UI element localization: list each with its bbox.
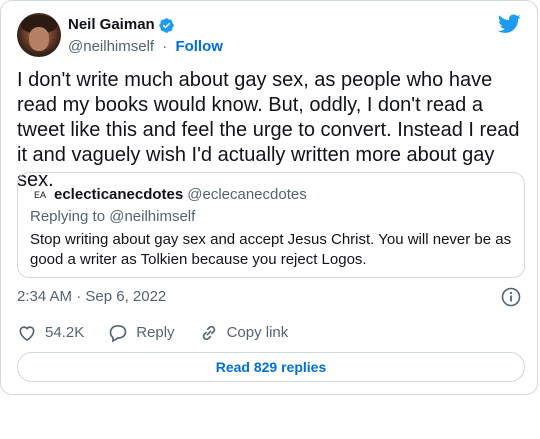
verified-badge-icon <box>158 17 174 33</box>
reply-action[interactable]: Reply <box>108 323 175 343</box>
tweet-actions: 54.2K Reply Copy link <box>17 323 312 343</box>
like-count: 54.2K <box>45 324 85 341</box>
info-icon[interactable] <box>501 287 521 307</box>
quoted-author-avatar[interactable]: EA <box>30 185 50 205</box>
copy-link-action[interactable]: Copy link <box>199 323 289 343</box>
quoted-author-name[interactable]: eclecticanecdotes <box>54 185 183 205</box>
quoted-tweet-header: EA eclecticanecdotes @eclecanecdotes <box>30 185 307 205</box>
copy-link-label: Copy link <box>226 324 289 341</box>
like-action[interactable]: 54.2K <box>17 323 84 343</box>
reply-bubble-icon <box>109 325 127 343</box>
author-handle[interactable]: @neilhimself <box>68 38 154 55</box>
tweet-timestamp[interactable]: 2:34 AM · Sep 6, 2022 <box>17 287 166 307</box>
handle-separator: · <box>162 38 168 55</box>
avatar-face <box>29 27 49 51</box>
embedded-tweet-card: Neil Gaiman @neilhimself · Follow I don'… <box>0 0 538 395</box>
heart-icon <box>19 326 35 342</box>
reply-label: Reply <box>136 324 175 341</box>
author-name-row: Neil Gaiman <box>68 15 223 35</box>
follow-button[interactable]: Follow <box>175 38 223 55</box>
author-name[interactable]: Neil Gaiman <box>68 15 155 35</box>
link-icon <box>202 325 215 341</box>
author-handle-row: @neilhimself · Follow <box>68 37 223 57</box>
quoted-tweet-text: Stop writing about gay sex and accept Je… <box>30 231 512 268</box>
quoted-tweet[interactable]: EA eclecticanecdotes @eclecanecdotes Rep… <box>17 172 525 278</box>
author-avatar[interactable] <box>17 13 61 57</box>
author-info: Neil Gaiman @neilhimself · Follow <box>68 15 223 57</box>
read-replies-button[interactable]: Read 829 replies <box>17 352 525 382</box>
twitter-bird-icon[interactable] <box>498 14 521 34</box>
quoted-author-handle[interactable]: @eclecanecdotes <box>187 185 306 205</box>
quoted-replying-to: Replying to @neilhimself <box>30 208 196 225</box>
